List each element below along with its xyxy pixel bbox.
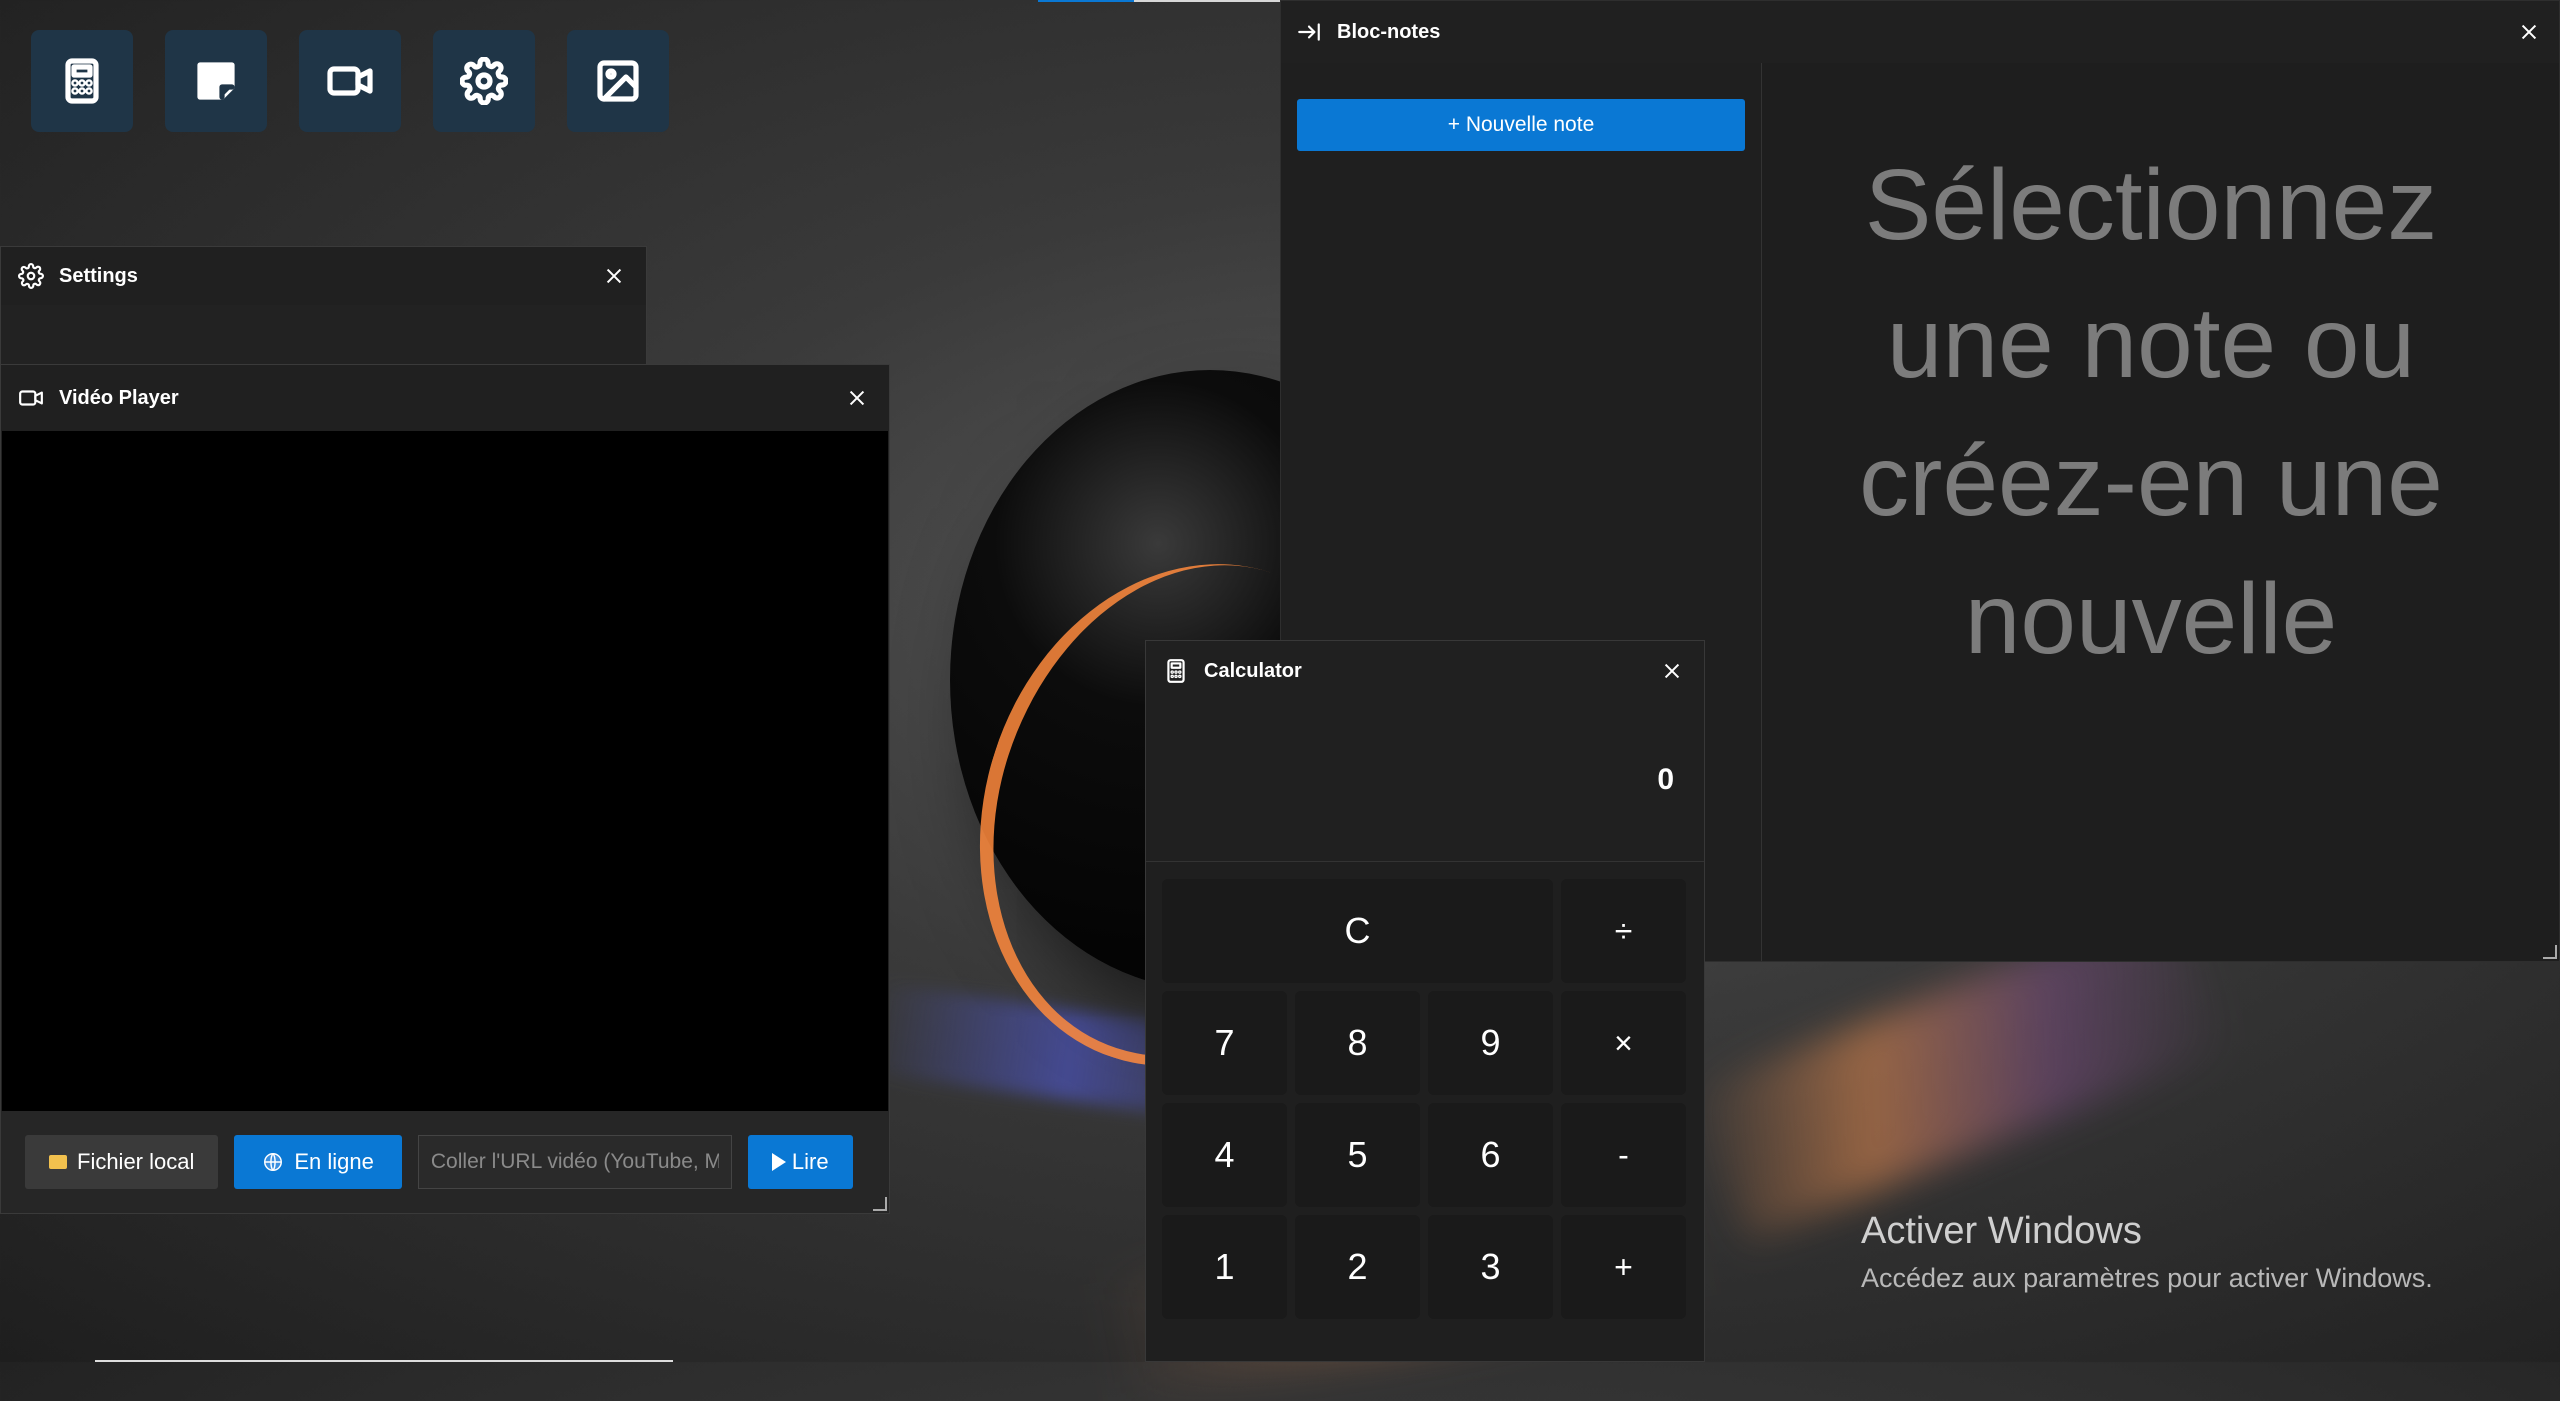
local-file-label: Fichier local — [77, 1149, 195, 1174]
sticky-note-icon — [197, 62, 235, 100]
settings-close-button[interactable] — [598, 260, 630, 292]
key-multiply[interactable]: × — [1561, 991, 1686, 1095]
calculator-close-button[interactable] — [1656, 655, 1688, 687]
close-icon — [2521, 24, 2537, 40]
video-title: Vidéo Player — [59, 386, 179, 409]
play-button[interactable]: Lire — [747, 1135, 853, 1189]
key-7[interactable]: 7 — [1162, 991, 1287, 1095]
notepad-close-button[interactable] — [2513, 16, 2545, 48]
windows-activation-watermark: Activer Windows Accédez aux paramètres p… — [1861, 1210, 2433, 1294]
calculator-display — [1146, 701, 1704, 862]
calculator-display-value: 0 — [1657, 763, 1674, 796]
key-9[interactable]: 9 — [1428, 991, 1553, 1095]
gear-icon — [460, 57, 508, 105]
notepad-title: Bloc-notes — [1337, 20, 1441, 43]
app-dock — [31, 30, 669, 132]
notepad-titlebar[interactable]: Bloc-notes — [1281, 1, 2559, 63]
play-label: Lire — [791, 1149, 829, 1174]
settings-title: Settings — [59, 264, 138, 287]
close-icon — [849, 390, 865, 406]
dock-gallery-button[interactable] — [567, 30, 669, 132]
calculator-keypad: C ÷ 7 8 9 × 4 5 6 - 1 2 3 + — [1162, 879, 1692, 1319]
video-player-window: Vidéo Player Fichier local En ligne Lire — [0, 364, 890, 1214]
key-5[interactable]: 5 — [1295, 1103, 1420, 1207]
image-icon — [597, 60, 639, 102]
watermark-subtitle: Accédez aux paramètres pour activer Wind… — [1861, 1263, 2433, 1293]
resize-handle[interactable] — [2543, 945, 2557, 959]
calculator-icon — [1162, 657, 1190, 685]
calculator-titlebar[interactable]: Calculator — [1146, 641, 1704, 701]
key-divide[interactable]: ÷ — [1561, 879, 1686, 983]
key-subtract[interactable]: - — [1561, 1103, 1686, 1207]
dock-video-button[interactable] — [299, 30, 401, 132]
video-camera-icon — [17, 384, 45, 412]
settings-titlebar[interactable]: Settings — [1, 247, 646, 305]
close-icon — [1664, 663, 1680, 679]
key-add[interactable]: + — [1561, 1215, 1686, 1319]
video-camera-icon — [327, 66, 373, 96]
video-titlebar[interactable]: Vidéo Player — [1, 365, 889, 431]
settings-window: Settings — [0, 246, 647, 376]
online-label: En ligne — [294, 1149, 374, 1174]
calculator-icon — [65, 58, 99, 104]
dock-notes-button[interactable] — [165, 30, 267, 132]
close-icon — [606, 268, 622, 284]
watermark-title: Activer Windows — [1861, 1210, 2142, 1252]
folder-icon — [49, 1155, 67, 1169]
key-3[interactable]: 3 — [1428, 1215, 1553, 1319]
resize-handle[interactable] — [873, 1197, 887, 1211]
key-2[interactable]: 2 — [1295, 1215, 1420, 1319]
gear-icon — [17, 262, 45, 290]
calculator-window: Calculator 0 C ÷ 7 8 9 × 4 5 6 - 1 2 3 + — [1145, 640, 1705, 1362]
globe-icon — [262, 1151, 284, 1173]
online-button[interactable]: En ligne — [234, 1135, 402, 1189]
video-controls: Fichier local En ligne Lire — [1, 1111, 889, 1213]
video-close-button[interactable] — [841, 382, 873, 414]
key-4[interactable]: 4 — [1162, 1103, 1287, 1207]
dock-calculator-button[interactable] — [31, 30, 133, 132]
video-screen[interactable] — [2, 431, 888, 1111]
new-note-button[interactable]: + Nouvelle note — [1297, 99, 1745, 151]
calculator-title: Calculator — [1204, 659, 1302, 682]
play-icon — [771, 1153, 786, 1171]
dock-settings-button[interactable] — [433, 30, 535, 132]
key-1[interactable]: 1 — [1162, 1215, 1287, 1319]
key-clear[interactable]: C — [1162, 879, 1553, 983]
local-file-button[interactable]: Fichier local — [25, 1135, 219, 1189]
empty-note-message: Sélectionnez une note ou créez-en une no… — [1859, 149, 2443, 675]
collapse-sidebar-icon[interactable] — [1295, 18, 1323, 46]
key-8[interactable]: 8 — [1295, 991, 1420, 1095]
key-6[interactable]: 6 — [1428, 1103, 1553, 1207]
video-url-input[interactable] — [417, 1135, 732, 1189]
